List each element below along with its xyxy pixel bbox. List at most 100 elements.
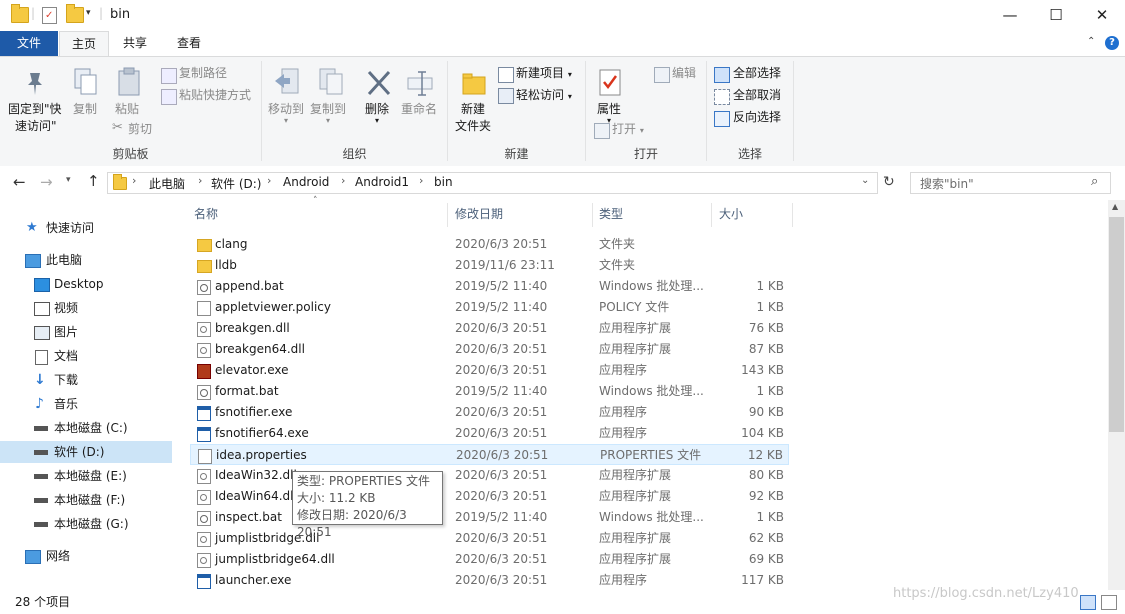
file-row[interactable]: IdeaWin32.dll 2020/6/3 20:51 应用程序扩展 80 KB bbox=[190, 465, 789, 486]
elev-file-icon bbox=[197, 364, 211, 379]
breadcrumb-android[interactable]: Android bbox=[283, 175, 329, 189]
breadcrumb-bin[interactable]: bin bbox=[434, 175, 453, 189]
tab-share[interactable]: 共享 bbox=[110, 31, 160, 56]
new-folder-quick-icon[interactable] bbox=[66, 4, 84, 23]
recent-locations-chevron-icon[interactable]: ▾ bbox=[66, 175, 71, 185]
nav-label: Desktop bbox=[54, 277, 104, 291]
search-input[interactable]: 搜索"bin" ⌕ bbox=[910, 172, 1111, 194]
details-view-icon[interactable] bbox=[1080, 595, 1096, 610]
breadcrumb-android1[interactable]: Android1 bbox=[355, 175, 409, 189]
nav-desktop[interactable]: Desktop bbox=[0, 273, 172, 295]
nav-music[interactable]: ♪ 音乐 bbox=[0, 393, 172, 415]
file-row[interactable]: appletviewer.policy 2019/5/2 11:40 POLICY … bbox=[190, 297, 789, 318]
column-header-type[interactable]: 类型 bbox=[599, 200, 709, 228]
column-divider[interactable] bbox=[447, 203, 448, 227]
paste-shortcut-button[interactable]: 粘贴快捷方式 bbox=[179, 87, 251, 104]
file-row[interactable]: launcher.exe 2020/6/3 20:51 应用程序 117 KB bbox=[190, 570, 789, 591]
invert-selection-button[interactable]: 反向选择 bbox=[733, 109, 781, 126]
breadcrumb-drive-d[interactable]: 软件 (D:) bbox=[211, 175, 261, 192]
file-row[interactable]: jumplistbridge.dll 2020/6/3 20:51 应用程序扩展 62… bbox=[190, 528, 789, 549]
breadcrumb-separator[interactable]: › bbox=[132, 174, 136, 187]
close-button[interactable]: ✕ bbox=[1079, 0, 1125, 31]
file-row[interactable]: fsnotifier64.exe 2020/6/3 20:51 应用程序 104 KB bbox=[190, 423, 789, 444]
help-icon[interactable]: ? bbox=[1105, 36, 1119, 50]
nav-network[interactable]: 网络 bbox=[0, 545, 172, 567]
nav-pictures[interactable]: 图片 bbox=[0, 321, 172, 343]
column-divider[interactable] bbox=[711, 203, 712, 227]
rename-button[interactable]: 重命名 bbox=[401, 101, 437, 118]
file-row[interactable]: idea.properties 2020/6/3 20:51 PROPERTIES … bbox=[190, 444, 789, 465]
nav-videos[interactable]: 视频 bbox=[0, 297, 172, 319]
breadcrumb-separator[interactable]: › bbox=[419, 174, 423, 187]
nav-quick-access[interactable]: ★ 快速访问 bbox=[0, 217, 172, 239]
file-row[interactable]: jumplistbridge64.dll 2020/6/3 20:51 应用程序扩展… bbox=[190, 549, 789, 570]
file-row[interactable]: IdeaWin64.dll 2020/6/3 20:51 应用程序扩展 92 KB bbox=[190, 486, 789, 507]
address-dropdown-chevron-icon[interactable]: ⌄ bbox=[861, 175, 869, 186]
tab-home[interactable]: 主页 bbox=[59, 31, 109, 57]
address-bar[interactable]: › 此电脑 › 软件 (D:) › Android › Android1 › b… bbox=[107, 172, 878, 194]
bat-file-icon bbox=[197, 511, 211, 526]
maximize-button[interactable]: ☐ bbox=[1033, 0, 1079, 31]
tab-file[interactable]: 文件 bbox=[0, 31, 58, 56]
delete-button[interactable]: 删除 ▾ bbox=[365, 101, 389, 125]
pin-quick-access-button[interactable]: 固定到"快 速访问" bbox=[8, 101, 62, 135]
chevron-down-icon[interactable]: ▾ bbox=[86, 8, 91, 18]
nav-drive-f[interactable]: 本地磁盘 (F:) bbox=[0, 489, 172, 511]
cut-button[interactable]: 剪切 bbox=[128, 121, 152, 138]
up-arrow-icon[interactable]: ↑ bbox=[87, 172, 100, 190]
select-all-button[interactable]: 全部选择 bbox=[733, 65, 781, 82]
large-icons-view-icon[interactable] bbox=[1101, 595, 1117, 610]
nav-this-pc[interactable]: 此电脑 bbox=[0, 249, 172, 271]
properties-quick-icon[interactable]: ✓ bbox=[42, 7, 57, 24]
column-header-size[interactable]: 大小 bbox=[719, 200, 789, 228]
file-row[interactable]: clang 2020/6/3 20:51 文件夹 bbox=[190, 234, 789, 255]
nav-documents[interactable]: 文档 bbox=[0, 345, 172, 367]
copy-path-button[interactable]: 复制路径 bbox=[179, 65, 227, 82]
file-row[interactable]: inspect.bat 2019/5/2 11:40 Windows 批处理... 1… bbox=[190, 507, 789, 528]
refresh-icon[interactable]: ↻ bbox=[883, 174, 895, 190]
copy-to-label: 复制到 bbox=[310, 102, 347, 116]
collapse-ribbon-icon[interactable]: ⌃ bbox=[1087, 36, 1095, 47]
scroll-up-icon[interactable]: ▲ bbox=[1112, 202, 1118, 211]
scrollbar-thumb[interactable] bbox=[1109, 217, 1124, 432]
file-row[interactable]: append.bat 2019/5/2 11:40 Windows 批处理... 1 … bbox=[190, 276, 789, 297]
nav-downloads[interactable]: ↓ 下载 bbox=[0, 369, 172, 391]
file-row[interactable]: breakgen64.dll 2020/6/3 20:51 应用程序扩展 87 KB bbox=[190, 339, 789, 360]
new-item-button[interactable]: 新建项目 ▾ bbox=[516, 65, 572, 83]
breadcrumb-this-pc[interactable]: 此电脑 bbox=[149, 175, 185, 192]
tab-view[interactable]: 查看 bbox=[163, 31, 215, 56]
back-arrow-icon[interactable]: ← bbox=[13, 173, 26, 191]
breadcrumb-separator[interactable]: › bbox=[341, 174, 345, 187]
breadcrumb-separator[interactable]: › bbox=[267, 174, 271, 187]
file-row[interactable]: fsnotifier.exe 2020/6/3 20:51 应用程序 90 KB bbox=[190, 402, 789, 423]
file-size: 76 KB bbox=[748, 321, 784, 335]
move-to-button[interactable]: 移动到 ▾ bbox=[268, 101, 304, 125]
column-header-name[interactable]: 名称 bbox=[194, 200, 444, 228]
new-folder-button[interactable]: 新建 文件夹 bbox=[455, 101, 491, 135]
minimize-button[interactable]: — bbox=[987, 0, 1033, 31]
nav-label: 本地磁盘 (E:) bbox=[54, 469, 127, 483]
column-divider[interactable] bbox=[592, 203, 593, 227]
file-size: 1 KB bbox=[756, 300, 784, 314]
file-row[interactable]: format.bat 2019/5/2 11:40 Windows 批处理... 1 … bbox=[190, 381, 789, 402]
copy-button[interactable]: 复制 bbox=[73, 101, 97, 118]
file-type: 应用程序扩展 bbox=[599, 342, 672, 356]
copy-to-button[interactable]: 复制到 ▾ bbox=[310, 101, 347, 125]
easy-access-button[interactable]: 轻松访问 ▾ bbox=[516, 87, 572, 105]
nav-drive-g[interactable]: 本地磁盘 (G:) bbox=[0, 513, 172, 535]
nav-drive-e[interactable]: 本地磁盘 (E:) bbox=[0, 465, 172, 487]
open-button[interactable]: 打开 ▾ bbox=[612, 121, 644, 139]
edit-button[interactable]: 编辑 bbox=[672, 65, 696, 82]
file-row[interactable]: elevator.exe 2020/6/3 20:51 应用程序 143 KB bbox=[190, 360, 789, 381]
nav-drive-d[interactable]: 软件 (D:) bbox=[0, 441, 172, 463]
breadcrumb-separator[interactable]: › bbox=[198, 174, 202, 187]
column-divider[interactable] bbox=[792, 203, 793, 227]
column-header-date[interactable]: 修改日期 bbox=[455, 200, 585, 228]
select-none-button[interactable]: 全部取消 bbox=[733, 87, 781, 104]
paste-button[interactable]: 粘贴 bbox=[115, 101, 139, 118]
forward-arrow-icon[interactable]: → bbox=[40, 173, 53, 191]
nav-drive-c[interactable]: 本地磁盘 (C:) bbox=[0, 417, 172, 439]
file-row[interactable]: lldb 2019/11/6 23:11 文件夹 bbox=[190, 255, 789, 276]
search-icon[interactable]: ⌕ bbox=[1091, 174, 1098, 189]
file-row[interactable]: breakgen.dll 2020/6/3 20:51 应用程序扩展 76 KB bbox=[190, 318, 789, 339]
